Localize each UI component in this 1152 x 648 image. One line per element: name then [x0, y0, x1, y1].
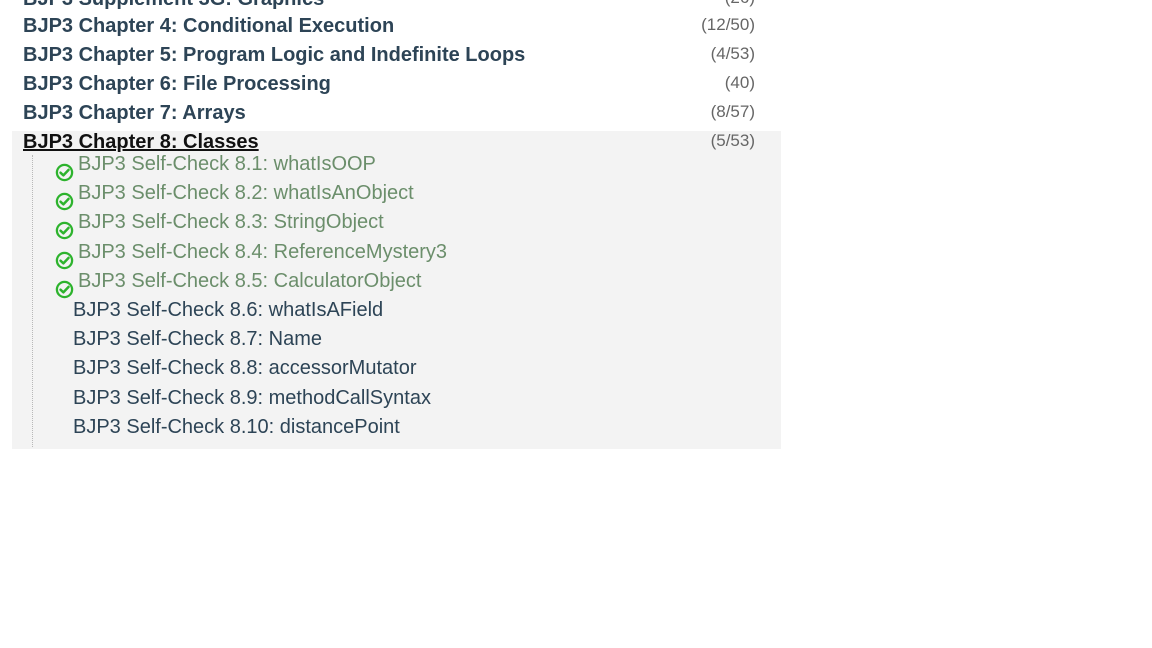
- problem-item[interactable]: BJP3 Self-Check 8.3: StringObject: [33, 211, 781, 242]
- chapter-count: (12/50): [701, 15, 755, 34]
- chapter-list: BJP3 Supplement 3G: Graphics (26) BJP3 C…: [12, 0, 781, 449]
- problem-link[interactable]: BJP3 Self-Check 8.1: whatIsOOP: [78, 153, 376, 176]
- chapter-count: (8/57): [710, 102, 755, 121]
- problem-link[interactable]: BJP3 Self-Check 8.6: whatIsAField: [73, 299, 383, 322]
- problem-item[interactable]: BJP3 Self-Check 8.9: methodCallSyntax: [33, 387, 781, 418]
- chapter-count: (26): [725, 0, 755, 8]
- problem-item[interactable]: BJP3 Self-Check 8.1: whatIsOOP: [33, 153, 781, 184]
- problem-item[interactable]: BJP3 Self-Check 8.8: accessorMutator: [33, 357, 781, 388]
- problem-link[interactable]: BJP3 Self-Check 8.8: accessorMutator: [73, 357, 416, 380]
- chapter-count: (5/53): [710, 131, 755, 150]
- problem-item[interactable]: BJP3 Self-Check 8.5: CalculatorObject: [33, 270, 781, 301]
- check-circle-icon: [55, 192, 74, 211]
- chapter-row[interactable]: BJP3 Chapter 7: Arrays (8/57): [12, 102, 781, 131]
- problem-link[interactable]: BJP3 Self-Check 8.2: whatIsAnObject: [78, 182, 414, 205]
- check-circle-icon: [55, 163, 74, 182]
- chapter-row[interactable]: BJP3 Chapter 5: Program Logic and Indefi…: [12, 44, 781, 73]
- chapter-link[interactable]: BJP3 Chapter 5: Program Logic and Indefi…: [23, 44, 525, 67]
- problem-item[interactable]: BJP3 Self-Check 8.10: distancePoint: [33, 416, 781, 447]
- chapter-link-active[interactable]: BJP3 Chapter 8: Classes: [23, 131, 259, 154]
- problem-item[interactable]: BJP3 Self-Check 8.6: whatIsAField: [33, 299, 781, 330]
- chapter-link[interactable]: BJP3 Chapter 6: File Processing: [23, 73, 331, 96]
- check-circle-icon: [55, 251, 74, 269]
- problem-item[interactable]: BJP3 Self-Check 8.4: ReferenceMystery3: [33, 241, 781, 272]
- problem-item[interactable]: BJP3 Self-Check 8.7: Name: [33, 328, 781, 359]
- chapter-count: (4/53): [710, 44, 755, 63]
- problem-link[interactable]: BJP3 Self-Check 8.9: methodCallSyntax: [73, 387, 431, 410]
- problem-link[interactable]: BJP3 Self-Check 8.7: Name: [73, 328, 322, 351]
- problem-list: BJP3 Self-Check 8.1: whatIsOOP BJP3 Self-…: [32, 153, 781, 447]
- problem-link[interactable]: BJP3 Self-Check 8.10: distancePoint: [73, 416, 400, 439]
- active-chapter-section: BJP3 Chapter 8: Classes (5/53) BJP3 Self…: [12, 131, 781, 449]
- problem-link[interactable]: BJP3 Self-Check 8.5: CalculatorObject: [78, 270, 422, 293]
- chapter-row[interactable]: BJP3 Chapter 4: Conditional Execution (1…: [12, 15, 781, 44]
- check-circle-icon: [55, 280, 74, 298]
- chapter-link[interactable]: BJP3 Supplement 3G: Graphics: [23, 0, 324, 11]
- check-circle-icon: [55, 222, 74, 240]
- chapter-count: (40): [724, 73, 755, 92]
- chapter-link[interactable]: BJP3 Chapter 4: Conditional Execution: [23, 15, 394, 38]
- problem-link[interactable]: BJP3 Self-Check 8.3: StringObject: [78, 211, 384, 234]
- chapter-link[interactable]: BJP3 Chapter 7: Arrays: [23, 102, 246, 125]
- chapter-row-active[interactable]: BJP3 Chapter 8: Classes (5/53): [12, 131, 781, 155]
- problem-item[interactable]: BJP3 Self-Check 8.2: whatIsAnObject: [33, 182, 781, 213]
- chapter-row[interactable]: BJP3 Chapter 6: File Processing (40): [12, 73, 781, 102]
- problem-link[interactable]: BJP3 Self-Check 8.4: ReferenceMystery3: [78, 241, 447, 264]
